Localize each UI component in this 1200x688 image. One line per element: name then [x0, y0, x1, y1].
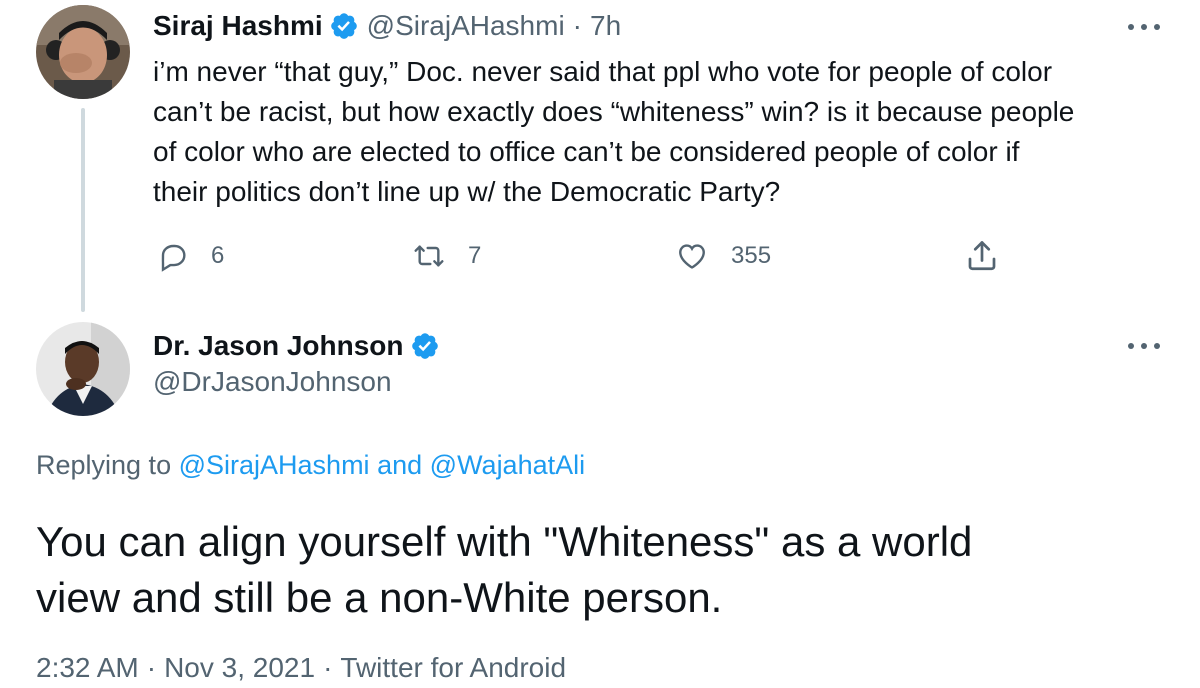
tweet-text-line: can’t be racist, but how exactly does “w…: [153, 96, 1075, 127]
mention-and: and: [377, 450, 423, 480]
like-count: 355: [731, 242, 772, 269]
more-options-icon[interactable]: [1124, 336, 1164, 356]
tweet-metadata: 2:32 AM · Nov 3, 2021 · Twitter for Android: [36, 652, 566, 684]
author-name[interactable]: Siraj Hashmi: [153, 10, 323, 42]
heart-icon: [675, 240, 709, 272]
retweet-button[interactable]: 7: [412, 234, 481, 278]
mention-link[interactable]: @SirajAHashmi: [179, 450, 370, 480]
verified-badge-icon: [329, 11, 359, 41]
author-handle[interactable]: @SirajAHashmi: [367, 10, 565, 42]
reply-author-handle[interactable]: @DrJasonJohnson: [153, 366, 392, 398]
reply-tweet-text: You can align yourself with "Whiteness" …: [36, 514, 1156, 626]
reply-tweet-header: Dr. Jason Johnson: [153, 326, 440, 366]
reply-count: 6: [211, 242, 225, 269]
original-tweet-text: i’m never “that guy,” Doc. never said th…: [153, 52, 1173, 212]
mention-link[interactable]: @WajahatAli: [430, 450, 585, 480]
thread-connector-line: [81, 108, 85, 312]
tweet-timestamp[interactable]: 2:32 AM: [36, 652, 139, 683]
reply-button[interactable]: 6: [157, 234, 224, 278]
tweet-text-line: of color who are elected to office can’t…: [153, 136, 1020, 167]
tweet-date[interactable]: Nov 3, 2021: [164, 652, 315, 683]
tweet-text-line: view and still be a non-White person.: [36, 574, 723, 621]
tweet-text-line: their politics don’t line up w/ the Demo…: [153, 176, 781, 207]
tweet-text-line: You can align yourself with "Whiteness" …: [36, 518, 973, 565]
tweet-time[interactable]: 7h: [590, 10, 621, 42]
verified-badge-icon: [410, 331, 440, 361]
siraj-hashmi-avatar[interactable]: [36, 5, 130, 99]
reply-author-name[interactable]: Dr. Jason Johnson: [153, 330, 404, 362]
replying-to-label: Replying to: [36, 450, 172, 480]
retweet-icon: [412, 240, 446, 272]
retweet-count: 7: [468, 242, 482, 269]
tweet-text-line: i’m never “that guy,” Doc. never said th…: [153, 56, 1053, 87]
separator-dot: ·: [146, 652, 157, 683]
separator-dot: ·: [572, 10, 582, 41]
tweet-source[interactable]: Twitter for Android: [340, 652, 566, 683]
more-options-icon[interactable]: [1124, 17, 1164, 37]
like-button[interactable]: 355: [675, 234, 771, 278]
share-button[interactable]: [964, 234, 1000, 278]
share-icon: [964, 238, 1000, 274]
replying-to-line: Replying to @SirajAHashmi and @WajahatAl…: [36, 450, 585, 481]
reply-icon: [157, 240, 189, 272]
original-tweet-header: Siraj Hashmi @SirajAHashmi · 7h: [153, 6, 621, 46]
jason-johnson-avatar[interactable]: [36, 322, 130, 416]
separator-dot: ·: [323, 652, 333, 683]
